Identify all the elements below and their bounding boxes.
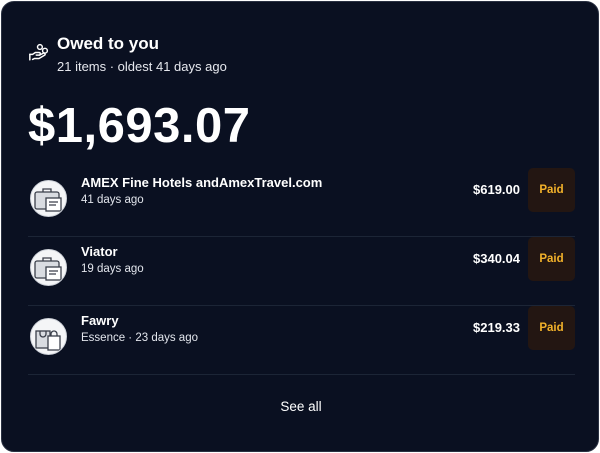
shopping-bags-icon: [30, 318, 67, 355]
item-name: AMEX Fine Hotels andAmexTravel.com: [81, 175, 323, 190]
see-all-link[interactable]: See all: [2, 399, 600, 414]
item-amount: $619.00: [473, 182, 520, 197]
status-badge: Paid: [528, 237, 575, 281]
item-meta: 41 days ago: [81, 194, 144, 206]
item-meta: 19 days ago: [81, 263, 144, 275]
card-subtitle: 21 items · oldest 41 days ago: [57, 59, 227, 74]
item-amount: $219.33: [473, 320, 520, 335]
list-item[interactable]: Fawry Essence · 23 days ago $219.33 Paid: [28, 306, 575, 375]
card-title: Owed to you: [57, 34, 159, 53]
briefcase-receipt-icon: [30, 180, 67, 217]
hand-coins-icon: [29, 43, 49, 61]
list-item[interactable]: Viator 19 days ago $340.04 Paid: [28, 237, 575, 306]
owed-to-you-card: Owed to you 21 items · oldest 41 days ag…: [1, 1, 599, 452]
item-name: Viator: [81, 244, 118, 259]
item-amount: $340.04: [473, 251, 520, 266]
status-badge: Paid: [528, 168, 575, 212]
briefcase-receipt-icon: [30, 249, 67, 286]
status-badge: Paid: [528, 306, 575, 350]
item-meta: Essence · 23 days ago: [81, 332, 198, 344]
item-name: Fawry: [81, 313, 119, 328]
total-amount: $1,693.07: [28, 99, 251, 153]
list-item[interactable]: AMEX Fine Hotels andAmexTravel.com 41 da…: [28, 168, 575, 237]
